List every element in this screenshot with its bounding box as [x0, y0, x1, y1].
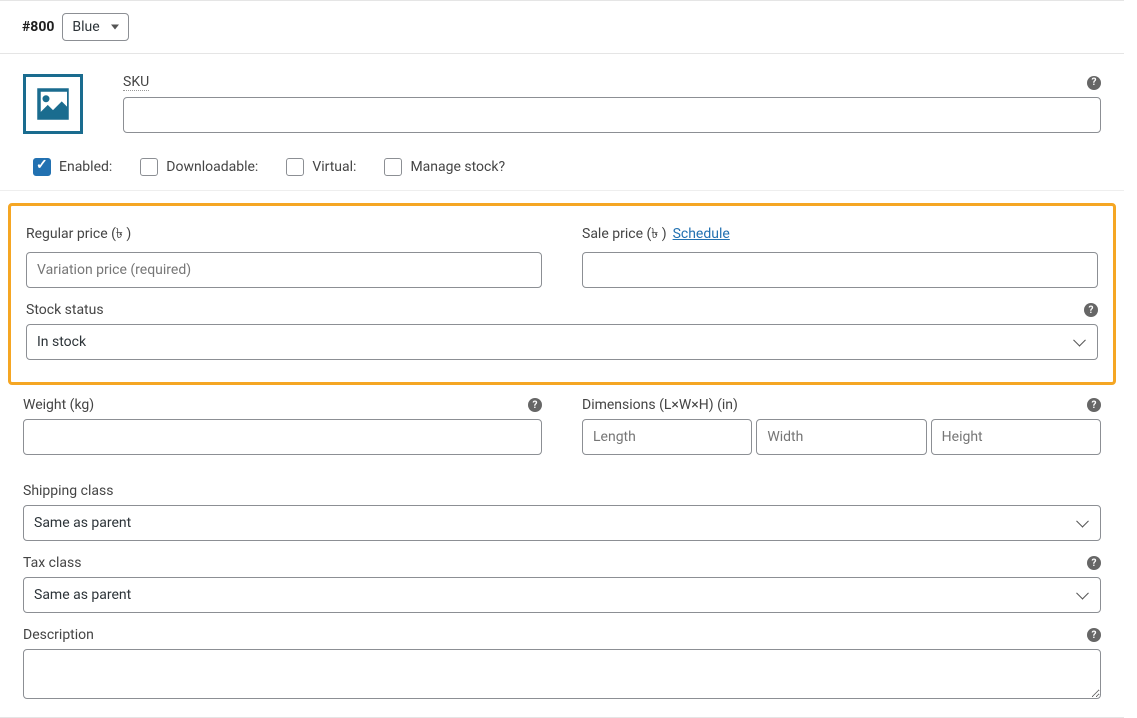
weight-input[interactable] [23, 419, 542, 455]
weight-label-row: Weight (kg) ? [23, 397, 542, 413]
variation-body: SKU ? Enabled: Downloadable: Virtual: [0, 54, 1124, 703]
manage-stock-checkbox[interactable] [384, 158, 402, 176]
dimensions-label-row: Dimensions (L×W×H) (in) ? [582, 397, 1101, 413]
shipping-class-label: Shipping class [23, 483, 113, 499]
width-input[interactable] [756, 419, 926, 455]
regular-price-group: Regular price (৳ ) [26, 222, 542, 288]
help-icon[interactable]: ? [1084, 303, 1098, 317]
stock-status-label: Stock status [26, 302, 104, 318]
sku-input[interactable] [123, 97, 1101, 133]
help-icon[interactable]: ? [1087, 398, 1101, 412]
sku-label-row: SKU ? [123, 74, 1101, 91]
weight-dimensions-row: Weight (kg) ? Dimensions (L×W×H) (in) ? [0, 397, 1124, 469]
regular-price-label-row: Regular price (৳ ) [26, 222, 542, 246]
stock-status-select[interactable]: In stock [26, 324, 1098, 360]
price-row: Regular price (৳ ) Sale price (৳ ) Sched… [26, 222, 1098, 302]
shipping-class-group: Shipping class Same as parent [0, 483, 1124, 541]
weight-label: Weight (kg) [23, 397, 94, 413]
sku-label: SKU [123, 74, 149, 91]
description-label-row: Description ? [23, 627, 1101, 643]
top-row: SKU ? [0, 54, 1124, 148]
description-textarea[interactable] [23, 649, 1101, 699]
tax-class-select[interactable]: Same as parent [23, 577, 1101, 613]
sale-price-label-wrap: Sale price (৳ ) Schedule [582, 222, 730, 246]
tax-class-label: Tax class [23, 555, 81, 571]
stock-status-select-wrap: In stock [26, 324, 1098, 360]
enabled-checkbox-item[interactable]: Enabled: [33, 158, 112, 176]
variation-image-button[interactable] [23, 74, 83, 134]
attribute-select[interactable]: Blue [62, 13, 129, 41]
shipping-class-select-wrap: Same as parent [23, 505, 1101, 541]
tax-class-group: Tax class ? Same as parent [0, 555, 1124, 613]
schedule-link[interactable]: Schedule [673, 226, 730, 242]
pricing-stock-highlight: Regular price (৳ ) Sale price (৳ ) Sched… [8, 203, 1116, 385]
sale-price-label-row: Sale price (৳ ) Schedule [582, 222, 1098, 246]
virtual-checkbox-item[interactable]: Virtual: [286, 158, 356, 176]
regular-price-label: Regular price (৳ ) [26, 222, 131, 246]
virtual-checkbox[interactable] [286, 158, 304, 176]
downloadable-checkbox-item[interactable]: Downloadable: [140, 158, 258, 176]
stock-status-group: Stock status ? In stock [26, 302, 1098, 360]
image-placeholder-icon [32, 83, 74, 125]
image-column [23, 74, 83, 134]
sku-column: SKU ? [123, 74, 1101, 134]
dimensions-group: Dimensions (L×W×H) (in) ? [582, 397, 1101, 455]
attribute-select-wrap: Blue [62, 13, 129, 41]
height-input[interactable] [931, 419, 1101, 455]
manage-stock-label: Manage stock? [410, 159, 505, 175]
dimensions-label: Dimensions (L×W×H) (in) [582, 397, 738, 413]
sale-price-label: Sale price (৳ ) [582, 222, 667, 246]
shipping-class-label-row: Shipping class [23, 483, 1101, 499]
sale-price-input[interactable] [582, 252, 1098, 288]
checkbox-row: Enabled: Downloadable: Virtual: Manage s… [0, 148, 1124, 191]
enabled-label: Enabled: [59, 159, 112, 175]
stock-status-label-row: Stock status ? [26, 302, 1098, 318]
enabled-checkbox[interactable] [33, 158, 51, 176]
help-icon[interactable]: ? [528, 398, 542, 412]
description-label: Description [23, 627, 94, 643]
tax-class-label-row: Tax class ? [23, 555, 1101, 571]
variation-id: #800 [22, 19, 54, 35]
shipping-class-select[interactable]: Same as parent [23, 505, 1101, 541]
virtual-label: Virtual: [312, 159, 356, 175]
help-icon[interactable]: ? [1087, 76, 1101, 90]
sale-price-group: Sale price (৳ ) Schedule [582, 222, 1098, 288]
downloadable-label: Downloadable: [166, 159, 258, 175]
variation-panel: #800 Blue SKU ? [0, 0, 1124, 718]
downloadable-checkbox[interactable] [140, 158, 158, 176]
manage-stock-checkbox-item[interactable]: Manage stock? [384, 158, 505, 176]
help-icon[interactable]: ? [1087, 556, 1101, 570]
regular-price-input[interactable] [26, 252, 542, 288]
tax-class-select-wrap: Same as parent [23, 577, 1101, 613]
variation-header: #800 Blue [0, 1, 1124, 54]
dimension-inputs [582, 419, 1101, 455]
help-icon[interactable]: ? [1087, 628, 1101, 642]
description-group: Description ? [0, 627, 1124, 703]
weight-group: Weight (kg) ? [23, 397, 542, 455]
length-input[interactable] [582, 419, 752, 455]
